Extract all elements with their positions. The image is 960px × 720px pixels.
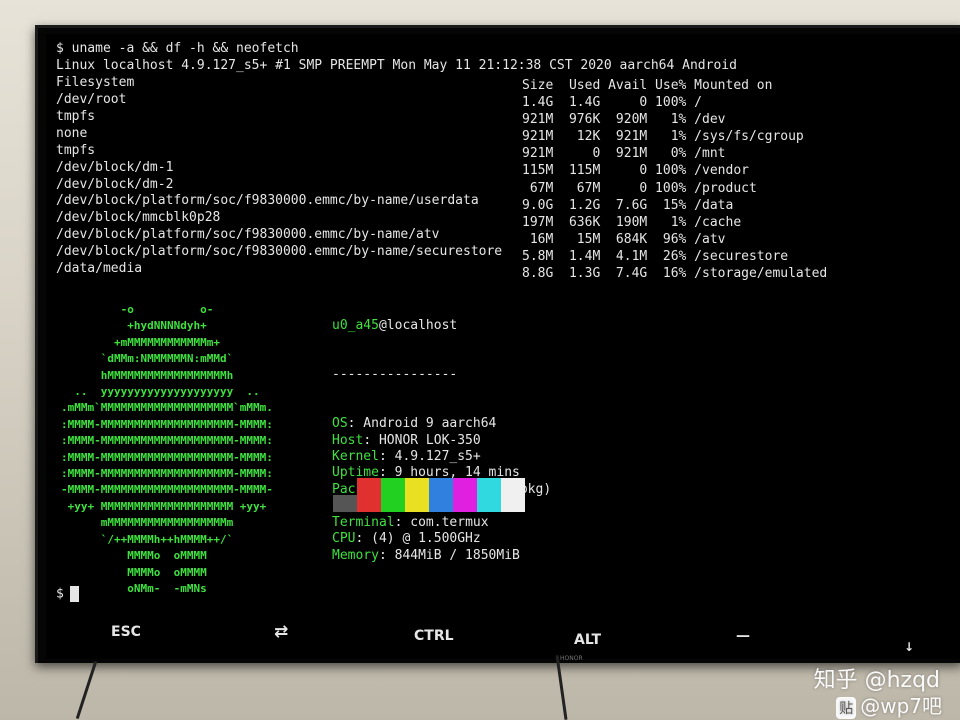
color-block — [381, 478, 405, 512]
info-row: CPU: (4) @ 1.500GHz — [332, 531, 551, 547]
android-ascii-logo: -o o- +hydNNNNdyh+ +mMMMMMMMMMMMMm+ `dMM… — [61, 302, 273, 597]
logo-line: :MMMM-MMMMMMMMMMMMMMMMMMMM-MMMM: — [61, 450, 273, 464]
cable-left — [75, 661, 98, 719]
logo-line: `dMMm:NMMMMMMN:mMMd` — [61, 352, 234, 366]
color-palette-blocks — [333, 478, 525, 512]
df-row: 921M 0 921M 0% /mnt — [522, 146, 726, 162]
logo-line: -MMMM-MMMMMMMMMMMMMMMMMMMM-MMMM- — [61, 483, 273, 497]
filesystem-name: /dev/block/platform/soc/f9830000.emmc/by… — [56, 193, 479, 209]
color-block — [429, 478, 453, 512]
logo-line: :MMMM-MMMMMMMMMMMMMMMMMMMM-MMMM: — [61, 417, 273, 431]
df-row: 9.0G 1.2G 7.6G 15% /data — [522, 197, 734, 213]
filesystem-name: tmpfs — [56, 108, 96, 124]
info-key: Kernel — [332, 449, 379, 465]
neofetch-info: u0_a45@localhost ---------------- OS: An… — [332, 285, 551, 597]
alt-key[interactable]: ALT — [574, 632, 601, 648]
color-block — [333, 495, 357, 512]
shell-prompt[interactable]: $ — [56, 586, 79, 602]
info-row: Memory: 844MiB / 1850MiB — [332, 548, 551, 564]
logo-line: +hydNNNNdyh+ — [61, 319, 207, 333]
logo-line: +yy+ MMMMMMMMMMMMMMMMMMMM +yy+ — [61, 499, 267, 513]
filesystem-name: tmpfs — [56, 142, 96, 158]
esc-key[interactable]: ESC — [111, 624, 141, 640]
info-value: : 4.9.127_s5+ — [378, 449, 481, 465]
info-key: Host — [332, 432, 364, 448]
info-row: OS: Android 9 aarch64 — [332, 416, 551, 432]
watermark-tieba-text: @wp7吧 — [860, 694, 942, 718]
extra-keys-bar: ESC ⇄ CTRL ALT — ↓ — [46, 614, 960, 654]
tieba-badge-icon: 贴 — [836, 697, 857, 719]
color-block — [357, 478, 381, 512]
logo-line: :MMMM-MMMMMMMMMMMMMMMMMMMM-MMMM: — [61, 434, 273, 448]
info-row: Terminal: com.termux — [332, 515, 551, 531]
info-key: CPU — [332, 531, 356, 547]
info-key: Terminal — [332, 514, 395, 530]
tv-frame: $ uname -a && df -h && neofetch Linux lo… — [35, 25, 960, 663]
df-row: 921M 976K 920M 1% /dev — [522, 112, 726, 128]
color-block — [501, 478, 525, 512]
logo-line: hMMMMMMMMMMMMMMMMMMh — [61, 368, 234, 382]
df-row: 67M 67M 0 100% /product — [522, 180, 757, 196]
prompt-symbol: $ — [56, 586, 64, 602]
info-row: Host: HONOR LOK-350 — [332, 433, 551, 449]
info-row: Kernel: 4.9.127_s5+ — [332, 449, 551, 465]
logo-line: MMMMo oMMMM — [61, 565, 207, 579]
logo-line: :MMMM-MMMMMMMMMMMMMMMMMMMM-MMMM: — [61, 467, 273, 481]
filesystem-name: /data/media — [56, 261, 143, 276]
text-cursor — [69, 586, 79, 602]
logo-line: MMMMo oMMMM — [61, 549, 207, 563]
df-row: 1.4G 1.4G 0 100% / — [522, 95, 703, 110]
ctrl-key[interactable]: CTRL — [414, 628, 454, 644]
neofetch-host: @localhost — [378, 317, 458, 333]
logo-line: .. yyyyyyyyyyyyyyyyyyyy .. — [61, 385, 260, 399]
info-key: OS — [332, 416, 348, 432]
logo-line: oNMm- -mMNs — [61, 581, 207, 595]
df-header-columns: Size Used Avail Use% Mounted on — [522, 78, 773, 93]
df-row: 16M 15M 684K 96% /atv — [522, 231, 726, 247]
color-block — [453, 478, 477, 512]
dash-key[interactable]: — — [736, 628, 750, 644]
filesystem-name: /dev/block/mmcblk0p28 — [56, 210, 221, 226]
logo-line: mMMMMMMMMMMMMMMMMMMm — [61, 516, 234, 530]
filesystem-name: none — [56, 125, 88, 141]
filesystem-name: /dev/block/platform/soc/f9830000.emmc/by… — [56, 244, 503, 260]
filesystem-name: /dev/block/platform/soc/f9830000.emmc/by… — [56, 227, 440, 243]
info-value: : (4) @ 1.500GHz — [355, 531, 481, 547]
info-value: : HONOR LOK-350 — [363, 432, 481, 448]
uname-output: Linux localhost 4.9.127_s5+ #1 SMP PREEM… — [56, 58, 737, 73]
df-header-filesystem: Filesystem — [56, 75, 135, 90]
df-row: 921M 12K 921M 1% /sys/fs/cgroup — [522, 129, 804, 145]
terminal-screen[interactable]: $ uname -a && df -h && neofetch Linux lo… — [46, 34, 960, 659]
filesystem-name: /dev/root — [56, 92, 127, 107]
color-block — [477, 478, 501, 512]
df-row: 8.8G 1.3G 7.4G 16% /storage/emulated — [522, 266, 828, 281]
info-value: : com.termux — [394, 514, 489, 530]
df-row: 197M 636K 190M 1% /cache — [522, 214, 742, 230]
logo-line: .mMMm`MMMMMMMMMMMMMMMMMMMM`mMMm. — [61, 401, 273, 415]
logo-line: `/++MMMMh++hMMMM++/` — [61, 532, 234, 546]
info-value: : Android 9 aarch64 — [347, 416, 497, 432]
tab-key[interactable]: ⇄ — [274, 622, 288, 642]
df-row: 5.8M 1.4M 4.1M 26% /securestore — [522, 248, 789, 264]
watermark-tieba: 贴 @wp7吧 — [836, 690, 942, 719]
logo-line: +mMMMMMMMMMMMMm+ — [61, 335, 220, 349]
filesystem-name: /dev/block/dm-2 — [56, 176, 174, 192]
logo-line: -o o- — [61, 303, 214, 316]
neofetch-separator: ---------------- — [332, 367, 458, 383]
info-value: : 844MiB / 1850MiB — [378, 547, 520, 563]
cable-right — [555, 655, 568, 720]
command-line: $ uname -a && df -h && neofetch — [56, 41, 299, 56]
df-row: 115M 115M 0 100% /vendor — [522, 163, 749, 179]
color-block — [405, 478, 429, 512]
info-key: Memory — [332, 547, 379, 563]
filesystem-name: /dev/block/dm-1 — [56, 159, 174, 175]
neofetch-user: u0_a45 — [332, 317, 379, 333]
